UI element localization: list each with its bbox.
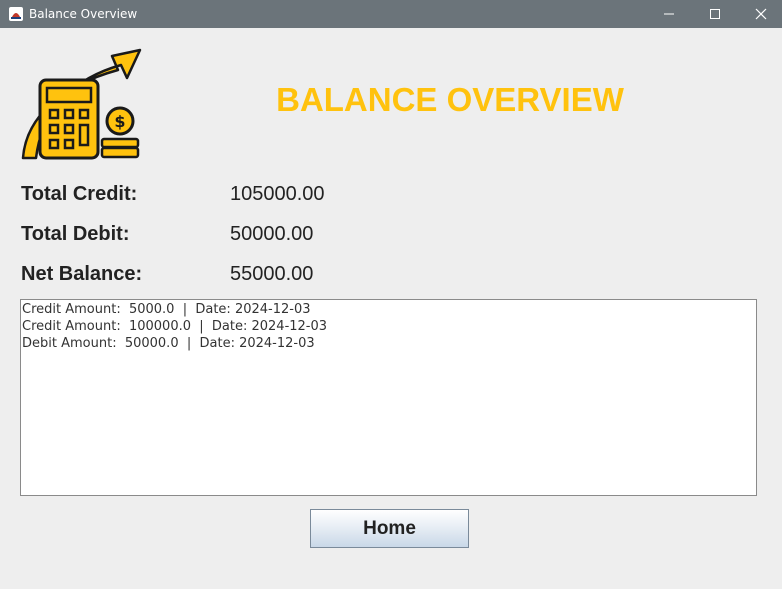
transactions-text-area[interactable]: Credit Amount: 5000.0 | Date: 2024-12-03… [20,299,757,496]
transaction-line: Debit Amount: 50000.0 | Date: 2024-12-03 [22,336,315,351]
total-credit-value: 105000.00 [230,183,325,205]
maximize-button[interactable] [692,0,738,28]
app-icon [8,6,24,22]
close-button[interactable] [738,0,782,28]
maximize-icon [710,9,720,19]
total-credit-label: Total Credit: [21,183,138,205]
home-button[interactable]: Home [310,509,469,548]
net-balance-value: 55000.00 [230,263,314,285]
close-icon [755,8,767,20]
total-debit-value: 50000.00 [230,223,314,245]
transaction-line: Credit Amount: 100000.0 | Date: 2024-12-… [22,319,328,334]
page-title: BALANCE OVERVIEW [276,81,624,118]
minimize-icon [664,13,674,15]
window-title: Balance Overview [29,7,138,21]
title-bar[interactable]: Balance Overview [0,0,782,28]
transaction-line: Credit Amount: 5000.0 | Date: 2024-12-03 [22,302,311,317]
total-debit-label: Total Debit: [21,223,130,245]
app-window: Balance Overview $ BALANCE OVERVIEW Tota… [0,0,782,589]
net-balance-label: Net Balance: [21,263,143,285]
svg-text:$: $ [114,112,125,131]
minimize-button[interactable] [646,0,692,28]
calculator-growth-icon: $ [20,48,142,160]
